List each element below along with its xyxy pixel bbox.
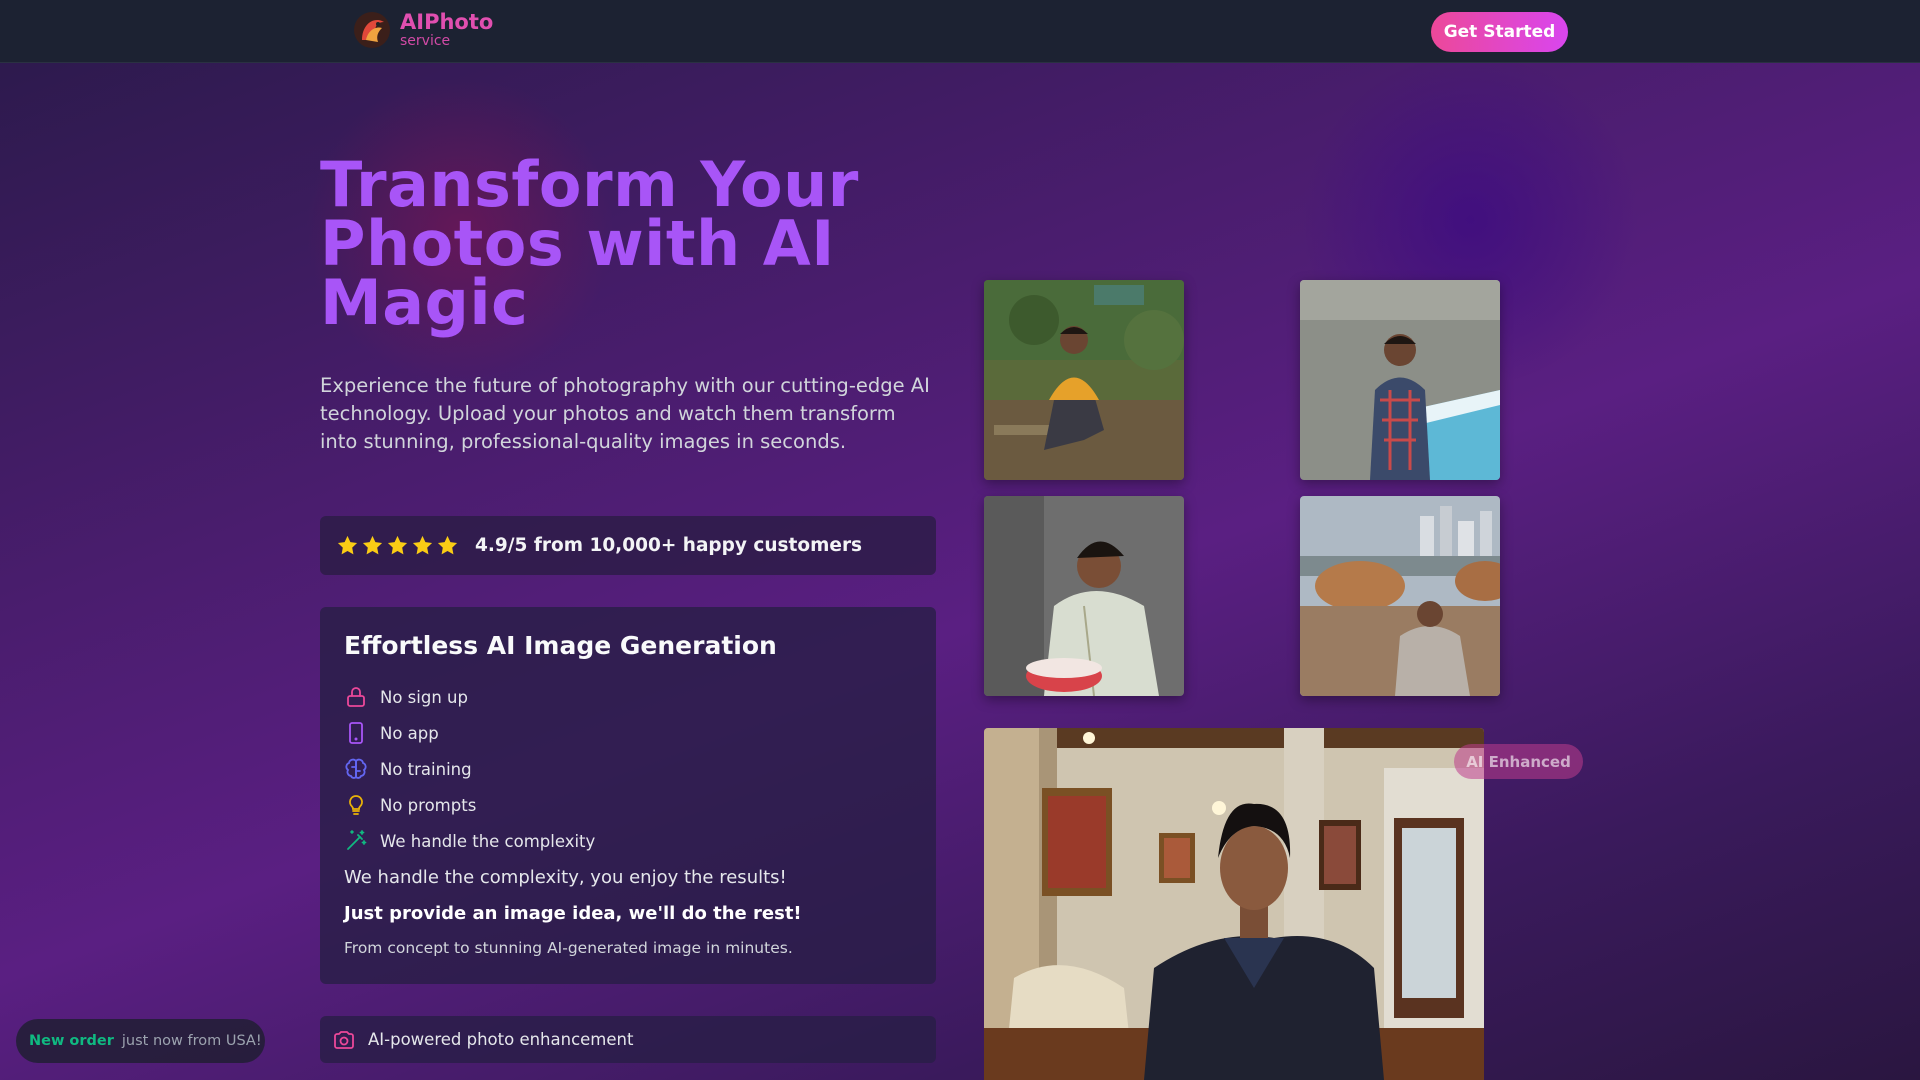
toast-title: New order [29, 1033, 114, 1049]
enhancement-label: AI-powered photo enhancement [368, 1030, 634, 1049]
gallery-photo-2[interactable] [1300, 280, 1500, 480]
feature-item-no-app: No app [344, 715, 595, 751]
features-callout: Just provide an image idea, we'll do the… [344, 903, 802, 924]
logo-icon [354, 12, 390, 48]
phone-icon [349, 722, 363, 744]
feature-label: No sign up [380, 687, 468, 707]
star-icon [337, 535, 358, 555]
features-note: From concept to stunning AI-generated im… [344, 939, 793, 957]
camera-icon [334, 1030, 354, 1049]
star-icon [412, 535, 433, 555]
features-card: Effortless AI Image Generation No sign u… [320, 607, 936, 984]
star-icon [437, 535, 458, 555]
lightbulb-icon [349, 795, 363, 815]
rating-bar: 4.9/5 from 10,000+ happy customers [320, 516, 936, 575]
features-title: Effortless AI Image Generation [344, 631, 777, 660]
order-toast: New order just now from USA! [16, 1019, 265, 1063]
rating-stars [336, 534, 459, 557]
star-icon [362, 535, 383, 555]
enhancement-bar: AI-powered photo enhancement [320, 1016, 936, 1063]
brand-name: AIPhoto [400, 10, 494, 34]
rating-text: 4.9/5 from 10,000+ happy customers [475, 535, 863, 556]
feature-label: No training [380, 759, 472, 779]
star-icon [387, 535, 408, 555]
site-header: AIPhoto service Get Started [0, 0, 1920, 63]
brand-tagline: service [400, 33, 451, 49]
gallery-photo-4[interactable] [1300, 496, 1500, 696]
logo[interactable]: AIPhoto service [352, 10, 493, 50]
feature-item-no-sign-up: No sign up [344, 679, 595, 715]
gallery-photo-1[interactable] [984, 280, 1184, 480]
feature-label: No app [380, 723, 439, 743]
feature-item-no-prompts: No prompts [344, 787, 595, 823]
feature-label: No prompts [380, 795, 477, 815]
feature-item-no-training: No training [344, 751, 595, 787]
features-list: No sign up No app No training No prompts… [344, 679, 595, 859]
lock-icon [347, 687, 365, 707]
feature-item-complexity: We handle the complexity [344, 823, 595, 859]
magic-wand-icon [347, 830, 367, 850]
brain-icon [345, 758, 367, 779]
featured-photo[interactable] [984, 728, 1484, 1080]
features-summary: We handle the complexity, you enjoy the … [344, 867, 787, 888]
get-started-button[interactable]: Get Started [1431, 12, 1568, 52]
toast-message: just now from USA! [121, 1033, 262, 1049]
ai-enhanced-badge: AI Enhanced [1454, 744, 1583, 779]
hero-description: Experience the future of photography wit… [320, 374, 930, 453]
hero-title: Transform Your Photos with AI Magic [320, 148, 859, 339]
gallery-photo-3[interactable] [984, 496, 1184, 696]
feature-label: We handle the complexity [380, 831, 596, 851]
